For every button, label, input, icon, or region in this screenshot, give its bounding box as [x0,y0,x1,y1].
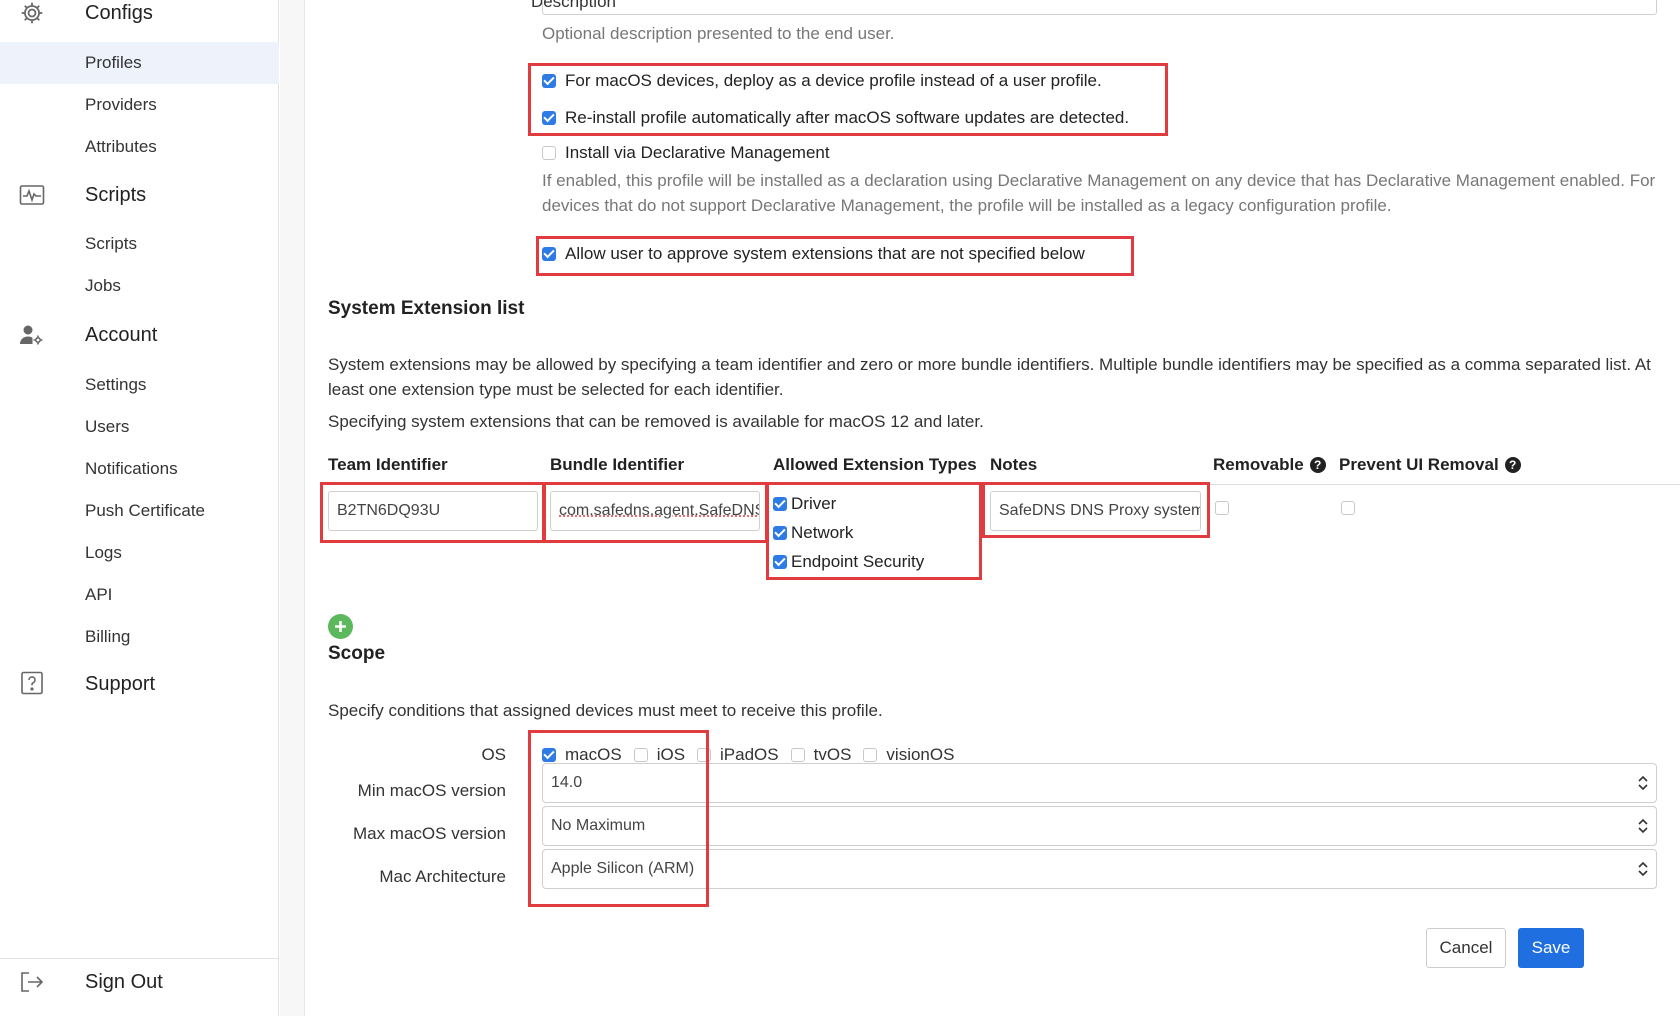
sidebar-item-settings[interactable]: Settings [0,364,279,406]
cancel-button[interactable]: Cancel [1426,928,1506,968]
os-option-label: iPadOS [720,745,779,764]
highlight-box [542,482,768,543]
arch-select[interactable]: Apple Silicon (ARM) [542,849,1657,889]
os-visionos-checkbox[interactable] [863,748,878,762]
column-header-label: Bundle Identifier [550,455,685,474]
column-header-prevent-ui: Prevent UI Removal? [1339,455,1521,475]
arch-label: Mac Architecture [379,867,506,886]
sidebar-item-attributes[interactable]: Attributes [0,126,279,168]
sidebar-item-profiles[interactable]: Profiles [0,42,279,84]
sidebar-item-label: Attributes [85,137,157,156]
help-icon[interactable]: ? [1504,457,1521,473]
gear-icon [18,0,46,27]
max-version-select[interactable]: No Maximum [542,806,1657,846]
scope-desc: Specify conditions that assigned devices… [328,701,883,720]
extension-list-desc-2: Specifying system extensions that can be… [328,412,984,431]
extension-list-title: System Extension list [328,298,525,319]
user-cog-icon [18,321,46,349]
sidebar-item-push-certificate[interactable]: Push Certificate [0,490,279,532]
declarative-hint: If enabled, this profile will be install… [542,171,1656,215]
sign-out-label: Sign Out [85,970,163,993]
sign-out-button[interactable]: Sign Out [0,967,279,997]
sidebar-item-notifications[interactable]: Notifications [0,448,279,490]
highlight-box [320,482,546,543]
sidebar-item-api[interactable]: API [0,574,279,616]
description-input[interactable] [542,0,1657,15]
prevent-ui-removal-checkbox[interactable] [1341,501,1355,515]
sidebar-section-label: Scripts [85,183,147,206]
os-option-label: visionOS [886,745,955,764]
sidebar-section-label: Support [85,672,156,695]
select-arrows-icon [1638,775,1648,791]
sidebar-item-label: Billing [85,627,131,646]
sign-out-icon [18,968,46,996]
description-hint: Optional description presented to the en… [542,24,895,43]
sidebar-section-account[interactable]: Account [0,320,279,350]
declarative-management-checkbox[interactable]: Install via Declarative Management [542,143,830,163]
sidebar-item-label: Push Certificate [85,501,205,520]
highlight-box [528,63,1168,136]
max-version-label: Max macOS version [352,824,506,843]
sidebar-item-billing[interactable]: Billing [0,616,279,658]
os-label: OS [481,745,506,764]
column-header-label: Notes [990,455,1038,474]
sidebar-item-label: Profiles [85,53,142,72]
removable-checkbox[interactable] [1215,501,1229,515]
sidebar-section-support[interactable]: Support [0,669,279,699]
os-tvos-checkbox[interactable] [790,748,805,762]
sidebar-section-configs[interactable]: Configs [0,0,279,28]
extension-list-desc: System extensions may be allowed by spec… [328,355,1651,399]
sidebar-section-label: Configs [85,1,153,24]
sidebar-item-label: Users [85,417,130,436]
sidebar-item-jobs[interactable]: Jobs [0,265,279,307]
sidebar-item-label: API [85,585,113,604]
select-arrows-icon [1638,861,1648,877]
highlight-box [528,730,709,907]
highlight-box [766,482,982,580]
min-version-label: Min macOS version [357,781,506,800]
highlight-box [536,236,1134,276]
column-header-label: Removable [1213,455,1304,474]
sidebar: Configs Profiles Providers Attributes Sc… [0,0,279,1016]
checkbox-unchecked-icon[interactable] [542,146,556,160]
sidebar-item-scripts[interactable]: Scripts [0,223,279,265]
column-header-label: Prevent UI Removal [1339,455,1499,474]
column-header-team: Team Identifier [328,455,448,475]
column-header-bundle: Bundle Identifier [550,455,684,475]
column-header-removable: Removable? [1213,455,1326,475]
checkbox-label: Install via Declarative Management [565,143,830,162]
add-extension-icon[interactable] [328,614,353,639]
highlight-box [982,482,1210,538]
question-icon [18,670,46,698]
column-header-label: Team Identifier [328,455,448,474]
sidebar-divider [0,958,279,959]
sidebar-item-label: Jobs [85,276,121,295]
column-header-notes: Notes [990,455,1037,475]
scope-title: Scope [328,643,386,664]
os-option-label: tvOS [813,745,852,764]
select-arrows-icon [1638,818,1648,834]
sidebar-section-scripts[interactable]: Scripts [0,180,279,210]
sidebar-item-label: Logs [85,543,122,562]
sidebar-item-providers[interactable]: Providers [0,84,279,126]
column-header-types: Allowed Extension Types [773,455,977,475]
sidebar-item-label: Providers [85,95,157,114]
sidebar-section-label: Account [85,323,158,346]
min-version-select[interactable]: 14.0 [542,763,1657,803]
sidebar-item-label: Settings [85,375,147,394]
sidebar-item-logs[interactable]: Logs [0,532,279,574]
help-icon[interactable]: ? [1309,457,1326,473]
main-content: Description Optional description present… [306,0,1680,1016]
save-button[interactable]: Save [1518,928,1584,968]
content-gutter [280,0,305,1016]
sidebar-item-label: Notifications [85,459,178,478]
script-icon [18,181,46,209]
sidebar-item-label: Scripts [85,234,137,253]
sidebar-item-users[interactable]: Users [0,406,279,448]
column-header-label: Allowed Extension Types [773,455,977,474]
